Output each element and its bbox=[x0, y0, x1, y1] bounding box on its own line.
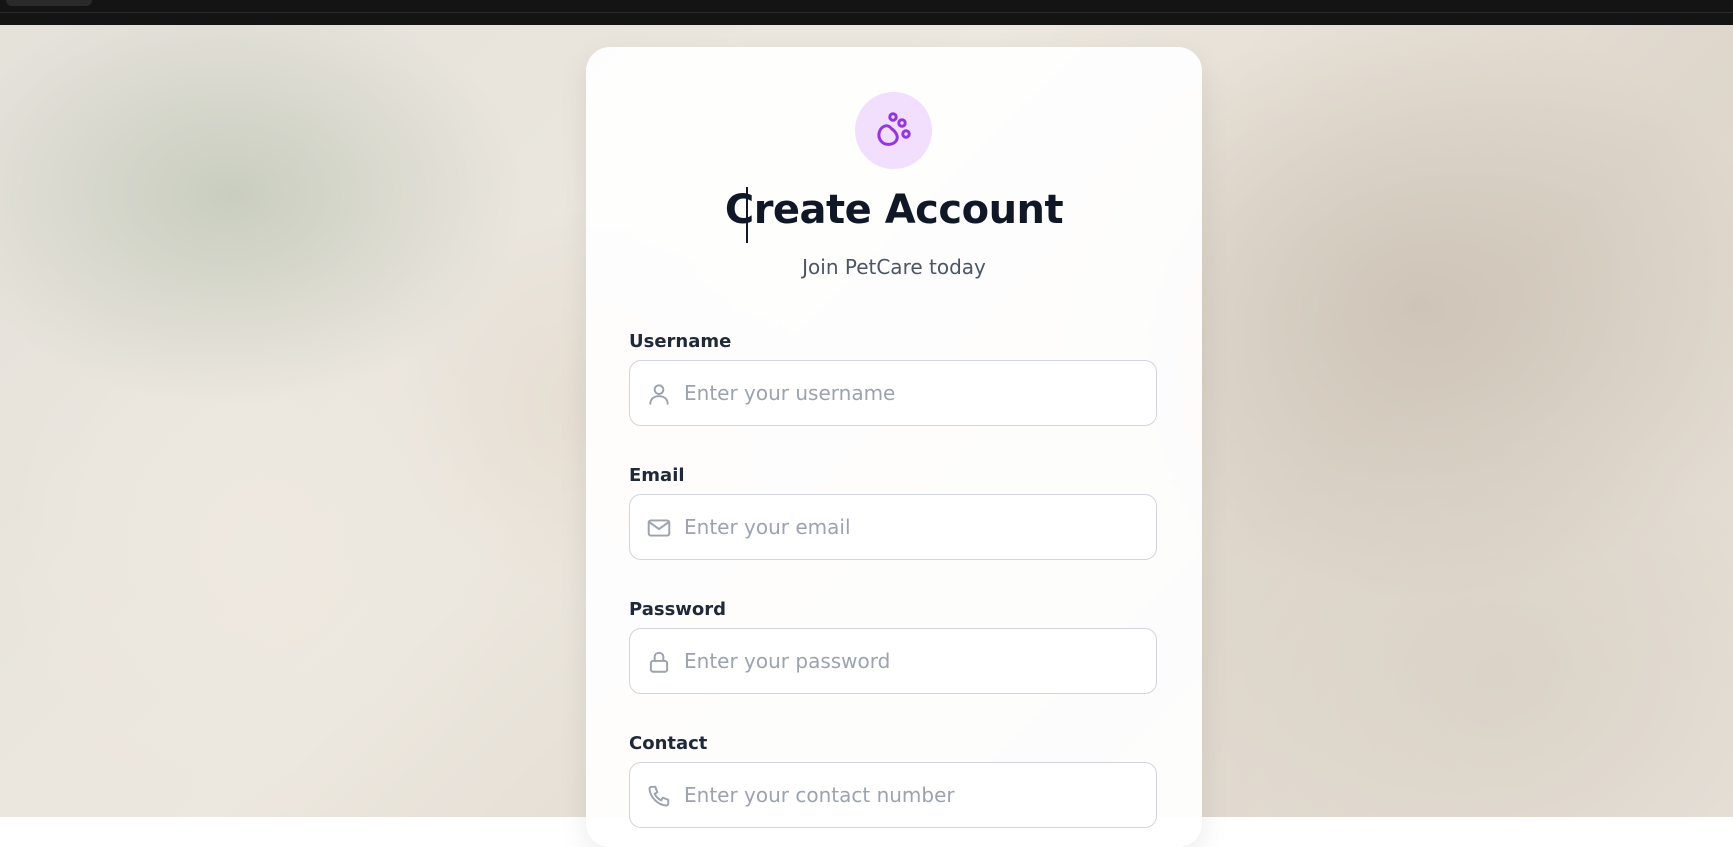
browser-top-bar bbox=[0, 0, 1733, 25]
user-icon bbox=[649, 384, 669, 405]
paw-icon bbox=[876, 111, 911, 146]
contact-label: Contact bbox=[629, 733, 708, 754]
password-input[interactable] bbox=[684, 629, 1144, 693]
email-field[interactable] bbox=[629, 494, 1157, 560]
phone-icon bbox=[648, 785, 670, 807]
password-label: Password bbox=[629, 599, 727, 620]
page-subtitle: Join PetCare today bbox=[802, 255, 986, 279]
top-bar-divider bbox=[0, 12, 1733, 13]
username-label: Username bbox=[629, 331, 732, 352]
contact-input[interactable] bbox=[684, 763, 1144, 827]
contact-field[interactable] bbox=[629, 762, 1157, 828]
username-input[interactable] bbox=[684, 361, 1144, 425]
password-field[interactable] bbox=[629, 628, 1157, 694]
logo-badge bbox=[855, 92, 932, 169]
username-field[interactable] bbox=[629, 360, 1157, 426]
browser-tab[interactable] bbox=[6, 0, 92, 6]
page-title: Create Account bbox=[724, 187, 1064, 233]
signup-card: Create Account Join PetCare today Userna… bbox=[586, 47, 1202, 847]
mail-icon bbox=[647, 519, 671, 537]
email-input[interactable] bbox=[684, 495, 1144, 559]
email-label: Email bbox=[629, 465, 685, 486]
lock-icon bbox=[649, 651, 669, 673]
